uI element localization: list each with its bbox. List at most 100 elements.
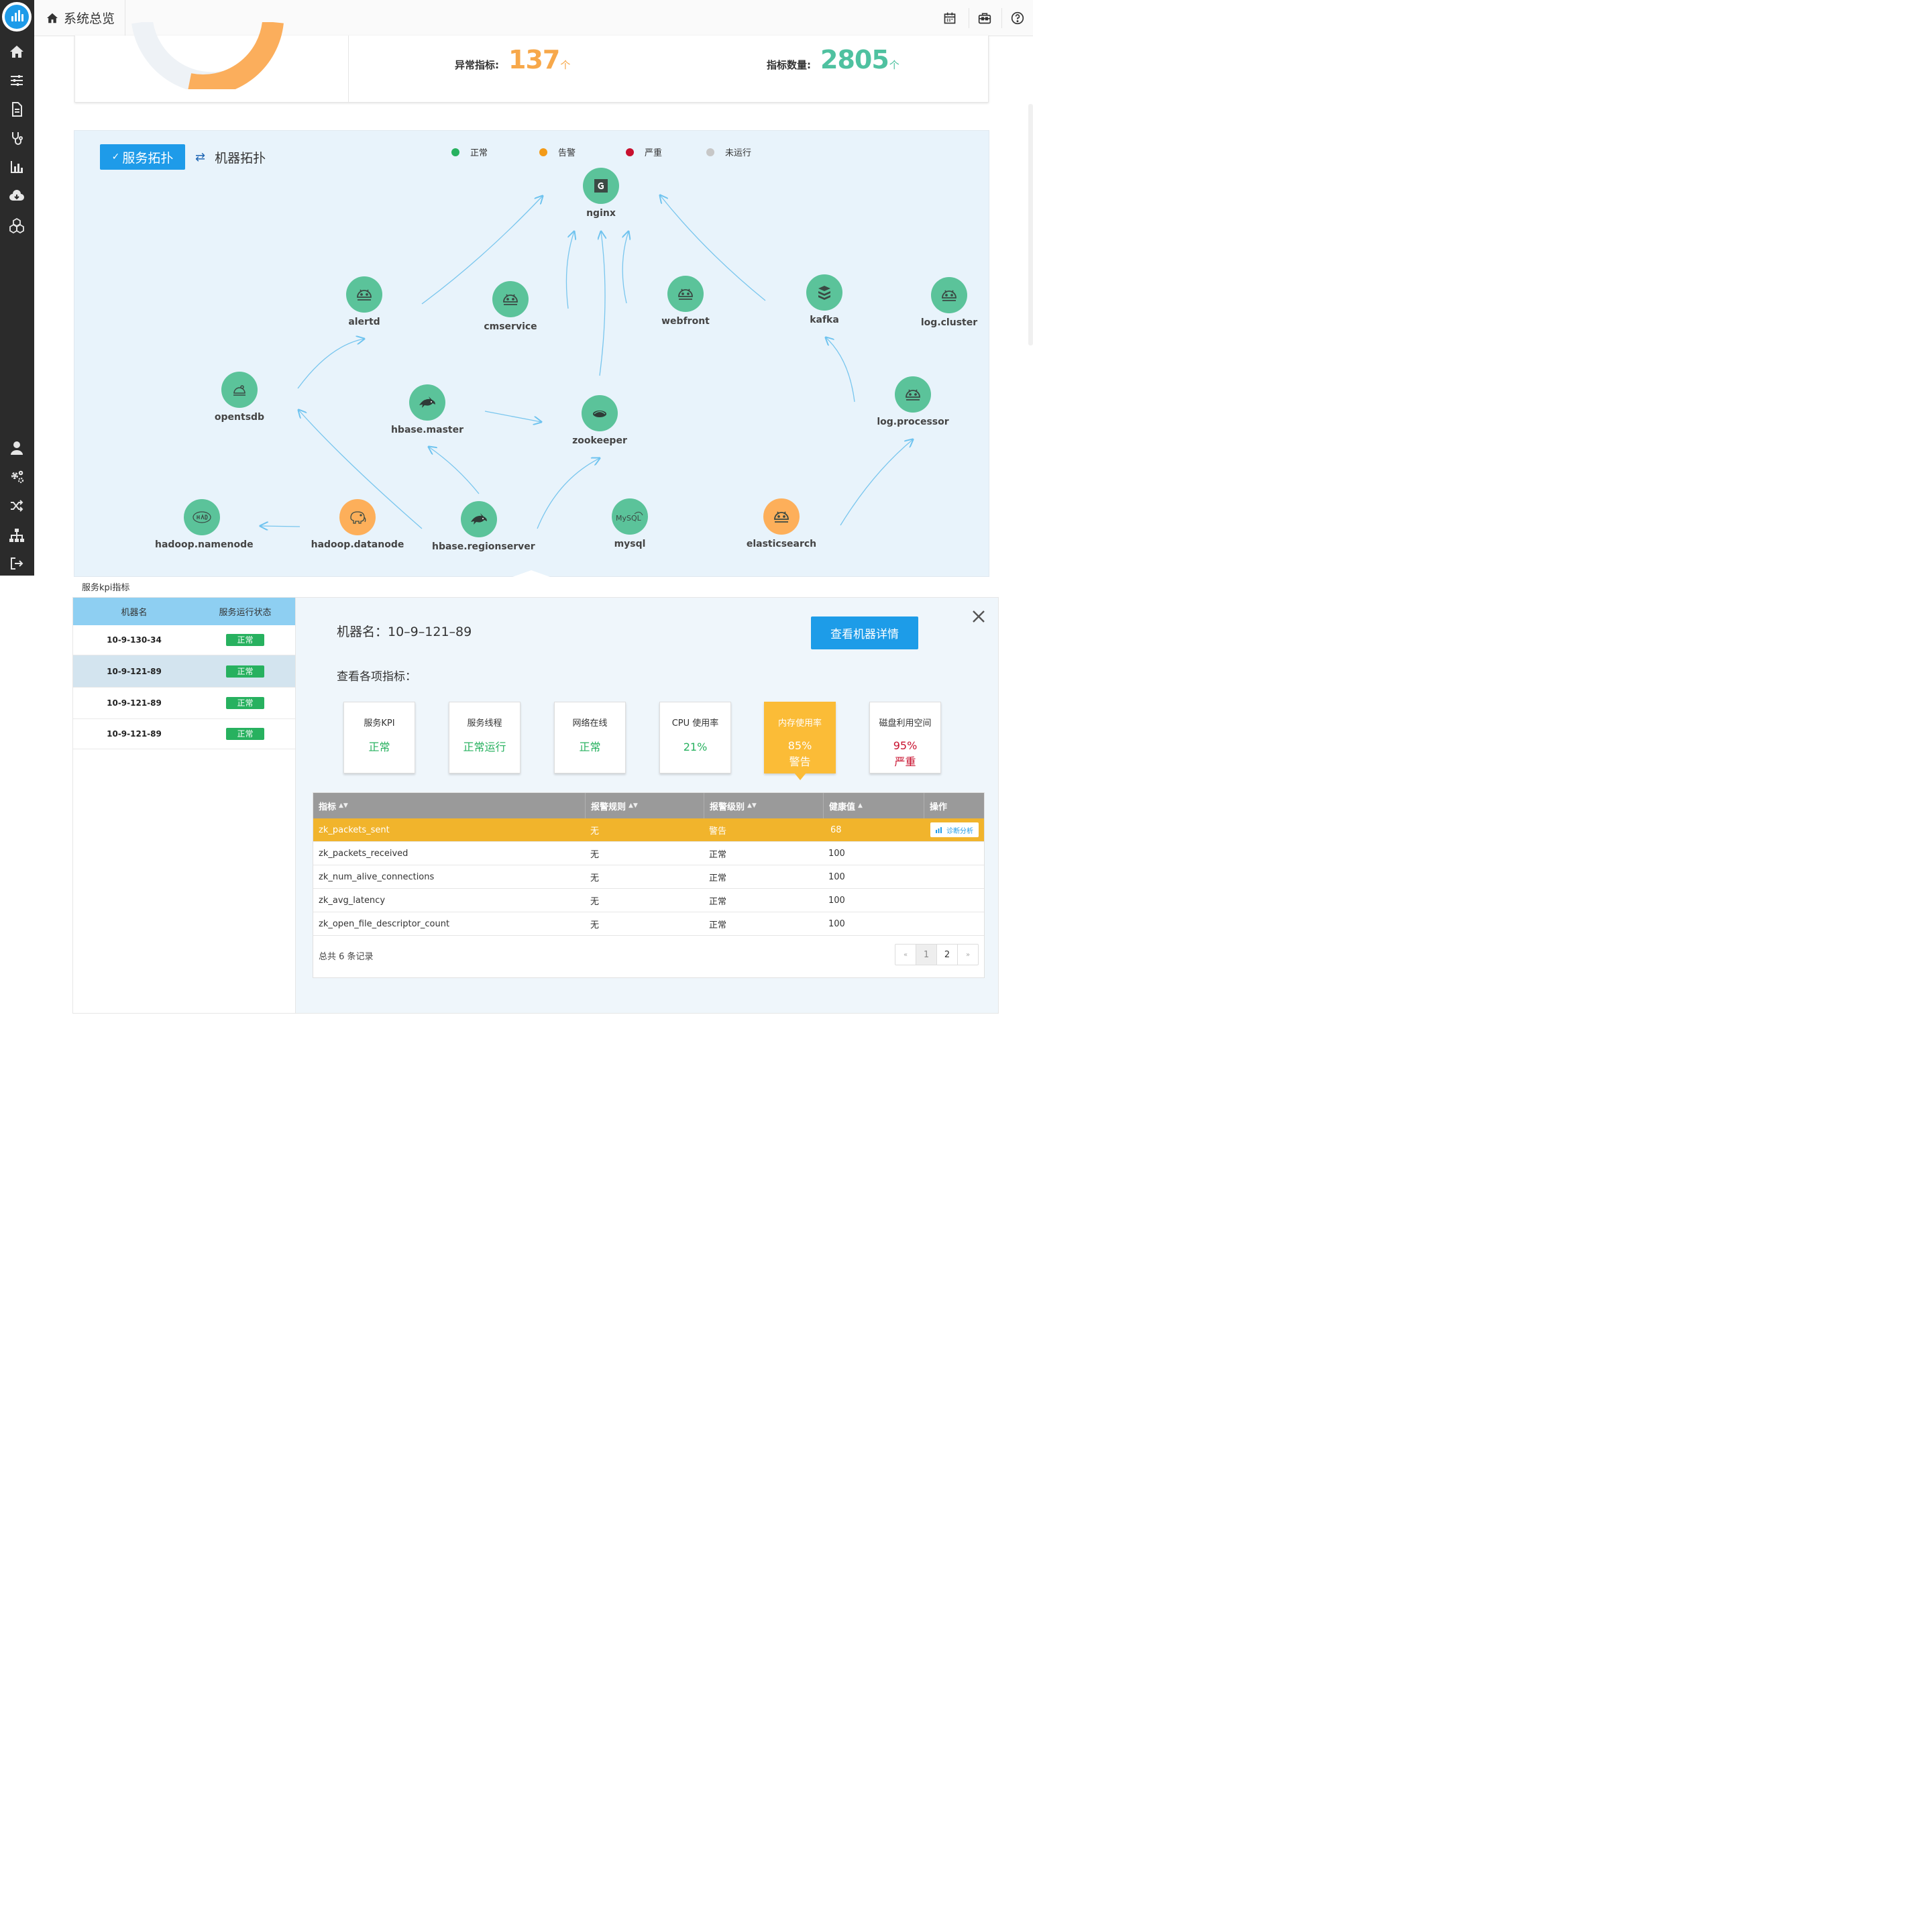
node-hadoop-namenode[interactable]: hadoop.namenode — [155, 499, 254, 550]
logout-icon[interactable] — [5, 551, 29, 576]
abnormal-metrics-value: 137 — [508, 45, 560, 74]
pagination: « 1 2 » — [895, 944, 979, 965]
node-alertd[interactable]: alertd — [317, 276, 411, 327]
document-icon[interactable] — [5, 97, 29, 121]
kafka-icon — [806, 274, 842, 311]
android-icon — [895, 376, 931, 413]
node-mysql[interactable]: MySQL mysql — [583, 498, 677, 549]
help-icon[interactable] — [1006, 7, 1029, 30]
node-hbase-regionserver[interactable]: hbase.regionserver — [432, 501, 535, 552]
nginx-icon — [583, 168, 619, 204]
donut-chart — [131, 22, 284, 89]
status-badge: 正常 — [226, 728, 264, 740]
col-health[interactable]: 健康值 ▲ — [823, 793, 924, 818]
zookeeper-icon — [582, 395, 618, 431]
machine-list-header: 机器名 服务运行状态 — [73, 598, 295, 625]
calendar-icon[interactable] — [938, 7, 961, 30]
node-cmservice[interactable]: cmservice — [463, 281, 557, 332]
shuffle-icon[interactable] — [5, 494, 29, 518]
status-badge: 正常 — [226, 634, 264, 646]
gears-icon[interactable] — [5, 465, 29, 489]
page-1-button[interactable]: 1 — [916, 945, 937, 965]
status-badge: 正常 — [226, 665, 264, 678]
cloud-download-icon[interactable] — [5, 184, 29, 208]
node-kafka[interactable]: kafka — [777, 274, 871, 325]
orca-icon — [461, 501, 497, 537]
android-icon — [667, 276, 704, 312]
table-row[interactable]: zk_num_alive_connections 无 正常 100 — [313, 865, 984, 889]
android-icon — [763, 498, 800, 535]
sliders-icon[interactable] — [5, 68, 29, 93]
status-badge: 正常 — [226, 697, 264, 709]
node-log-processor[interactable]: log.processor — [866, 376, 960, 427]
table-row[interactable]: zk_packets_sent 无 警告 68 诊断分析 — [313, 818, 984, 842]
stethoscope-icon[interactable] — [5, 126, 29, 150]
cubes-icon[interactable] — [5, 213, 29, 237]
home-icon[interactable] — [5, 40, 29, 64]
node-elasticsearch[interactable]: elasticsearch — [734, 498, 828, 549]
page-2-button[interactable]: 2 — [937, 945, 958, 965]
col-alarm-level[interactable]: 报警级别 ▲▼ — [704, 793, 823, 818]
view-machine-details-button[interactable]: 查看机器详情 — [811, 616, 918, 649]
machine-row-selected[interactable]: 10-9-121-89 正常 — [73, 655, 295, 688]
home-icon — [47, 13, 58, 23]
metric-card-memory[interactable]: 内存使用率 85% 警告 — [764, 702, 836, 780]
hadoop-icon — [184, 499, 220, 535]
sitemap-icon[interactable] — [5, 523, 29, 547]
kpi-section-title: 服务kpi指标 — [82, 583, 130, 593]
node-nginx[interactable]: nginx — [554, 168, 648, 219]
elephant-icon — [339, 499, 376, 535]
opentsdb-icon — [221, 372, 258, 408]
svg-text:MySQL: MySQL — [616, 514, 642, 523]
node-log-cluster[interactable]: log.cluster — [902, 277, 996, 328]
record-count: 总共 6 条记录 — [319, 952, 374, 962]
orca-icon — [409, 384, 445, 421]
machine-row[interactable]: 10-9-121-89 正常 — [73, 688, 295, 719]
metric-card-service-kpi[interactable]: 服务KPI 正常 — [343, 702, 415, 773]
stats-card: 异常指标: 137 个 指标数量: 2805 个 — [74, 22, 989, 103]
app-root: 系统总览 异常指标: 137 个 指标数量: 2805 个 ✓ 服务拓扑 ⇄ 机… — [0, 0, 1033, 1036]
col-metric[interactable]: 指标 ▲▼ — [313, 793, 585, 818]
android-icon — [492, 281, 529, 317]
prev-page-button[interactable]: « — [895, 945, 916, 965]
node-hbase-master[interactable]: hbase.master — [380, 384, 474, 435]
metrics-title: 查看各项指标： — [337, 670, 417, 684]
android-icon — [931, 277, 967, 313]
metric-card-network[interactable]: 网络在线 正常 — [554, 702, 626, 773]
breadcrumb[interactable]: 系统总览 — [34, 0, 125, 36]
user-icon[interactable] — [5, 436, 29, 460]
machine-detail: 机器名：10–9–121–89 查看机器详情 查看各项指标： 服务KPI 正常 … — [296, 598, 998, 1013]
bar-chart-icon[interactable] — [5, 155, 29, 179]
table-row[interactable]: zk_open_file_descriptor_count 无 正常 100 — [313, 912, 984, 936]
app-logo[interactable] — [2, 2, 32, 32]
machine-list: 机器名 服务运行状态 10-9-130-34 正常 10-9-121-89 正常… — [73, 598, 296, 1013]
metric-card-cpu[interactable]: CPU 使用率 21% — [659, 702, 731, 773]
metric-card-service-threads[interactable]: 服务线程 正常运行 — [449, 702, 521, 773]
close-icon[interactable] — [970, 608, 987, 625]
table-header: 指标 ▲▼ 报警规则 ▲▼ 报警级别 ▲▼ 健康值 ▲ 操作 — [313, 793, 984, 818]
metrics-count-stat: 指标数量: 2805 个 — [767, 45, 899, 74]
col-alarm-rule[interactable]: 报警规则 ▲▼ — [585, 793, 704, 818]
abnormal-metrics-stat: 异常指标: 137 个 — [455, 45, 571, 74]
table-row[interactable]: zk_avg_latency 无 正常 100 — [313, 889, 984, 912]
next-page-button[interactable]: » — [958, 945, 978, 965]
page-title: 系统总览 — [64, 11, 115, 26]
bar-chart-icon — [936, 827, 942, 833]
kpi-panel: 机器名 服务运行状态 10-9-130-34 正常 10-9-121-89 正常… — [72, 597, 999, 1014]
node-opentsdb[interactable]: opentsdb — [193, 372, 286, 423]
toolbox-icon[interactable] — [973, 7, 996, 30]
page-scrollbar[interactable] — [1028, 104, 1033, 345]
diagnose-button[interactable]: 诊断分析 — [930, 822, 979, 837]
metrics-table: 指标 ▲▼ 报警规则 ▲▼ 报警级别 ▲▼ 健康值 ▲ 操作 zk_packets_se… — [313, 792, 985, 978]
machine-row[interactable]: 10-9-130-34 正常 — [73, 625, 295, 655]
node-webfront[interactable]: webfront — [639, 276, 732, 327]
table-row[interactable]: zk_packets_received 无 正常 100 — [313, 842, 984, 865]
metrics-count-value: 2805 — [820, 45, 889, 74]
node-zookeeper[interactable]: zookeeper — [553, 395, 647, 446]
machine-row[interactable]: 10-9-121-89 正常 — [73, 719, 295, 749]
mysql-icon: MySQL — [612, 498, 648, 535]
node-hadoop-datanode[interactable]: hadoop.datanode — [311, 499, 404, 550]
metric-card-disk[interactable]: 磁盘利用空间 95% 严重 — [869, 702, 941, 773]
topology-panel: ✓ 服务拓扑 ⇄ 机器拓扑 正常 告警 严重 未运行 nginx alertd … — [74, 130, 989, 577]
sidebar — [0, 0, 34, 576]
